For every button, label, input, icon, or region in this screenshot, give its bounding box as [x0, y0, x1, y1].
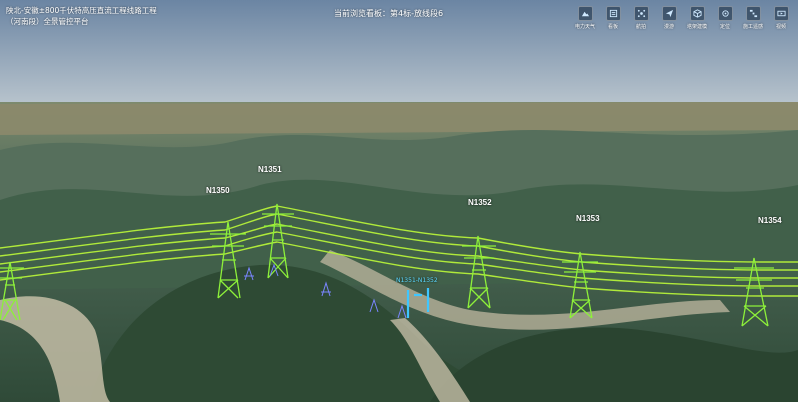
- tool-label: 施工遥感: [742, 24, 763, 30]
- tool-label: 看板: [607, 24, 618, 30]
- board-icon: [605, 6, 621, 21]
- tool-roam-button[interactable]: 漫游: [656, 6, 682, 30]
- platform-title: 陕北-安徽±800千伏特高压直流工程线路工程（河南段）全景管控平台: [6, 6, 157, 26]
- video-icon: [773, 6, 789, 21]
- tool-aerial-button[interactable]: 航拍: [628, 6, 654, 30]
- tool-video-button[interactable]: 视频: [768, 6, 794, 30]
- tool-label: 电力天气: [574, 24, 595, 30]
- tower-label-n1352[interactable]: N1352: [468, 198, 492, 207]
- site-label[interactable]: N1351-N1352: [396, 277, 438, 284]
- tool-board-button[interactable]: 看板: [600, 6, 626, 30]
- horizon-plain: [0, 102, 798, 135]
- locate-icon: [717, 6, 733, 21]
- top-toolbar: 电力天气 看板 航拍 漫游 塔架建模 定位 施工遥感 视频: [572, 6, 794, 30]
- tower-label-n1353[interactable]: N1353: [576, 214, 600, 223]
- tool-label: 漫游: [663, 24, 674, 30]
- current-view-label: 当前浏览看板：第4标-放线段6: [334, 9, 444, 18]
- tool-label: 塔架建模: [686, 24, 707, 30]
- navigate-icon: [661, 6, 677, 21]
- ridge-mid: [0, 179, 798, 290]
- cube-icon: [689, 6, 705, 21]
- terrain-3d-view[interactable]: [0, 0, 798, 402]
- tool-label: 航拍: [635, 24, 646, 30]
- tool-tower-model-button[interactable]: 塔架建模: [684, 6, 710, 30]
- tool-label: 视频: [775, 24, 786, 30]
- tower-label-n1350[interactable]: N1350: [206, 186, 230, 195]
- tool-weather-button[interactable]: 电力天气: [572, 6, 598, 30]
- tower-label-n1351[interactable]: N1351: [258, 165, 282, 174]
- satellite-icon: [745, 6, 761, 21]
- tool-locate-button[interactable]: 定位: [712, 6, 738, 30]
- tower-label-n1354[interactable]: N1354: [758, 216, 782, 225]
- tool-label: 定位: [719, 24, 730, 30]
- tool-remote-sensing-button[interactable]: 施工遥感: [740, 6, 766, 30]
- drone-icon: [633, 6, 649, 21]
- mountain-icon: [577, 6, 593, 21]
